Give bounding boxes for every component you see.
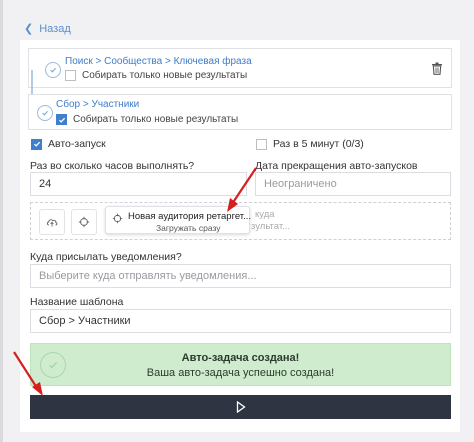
hours-input[interactable]: 24 [30, 172, 247, 196]
check-icon [33, 141, 40, 147]
step-card-members: Сбор > Участники Собирать только новые р… [28, 94, 452, 130]
template-name-input[interactable]: Сбор > Участники [30, 309, 451, 333]
back-label: Назад [39, 22, 71, 35]
cloud-upload-button[interactable] [39, 209, 65, 235]
crosshair-icon [78, 216, 90, 228]
alert-message: Ваша авто-задача успешно создана! [146, 367, 335, 379]
chevron-left-icon: ❮ [24, 23, 34, 35]
check-circle-icon [37, 105, 53, 121]
autorun-label: Авто-запуск [48, 138, 106, 150]
notify-label: Куда присылать уведомления? [30, 251, 182, 263]
step-path-link[interactable]: Сбор > Участники [56, 99, 139, 110]
only-new-label: Собирать только новые результаты [73, 114, 239, 125]
only-new-option[interactable]: Собирать только новые результаты [56, 114, 238, 125]
only-new-checkbox[interactable] [65, 70, 76, 81]
hidden-hint-text: зультат... [251, 221, 291, 232]
stop-date-label: Дата прекращения авто-запусков [255, 160, 418, 172]
every-5-min-checkbox[interactable] [256, 138, 267, 150]
popup-subtitle: Загружать сразу [156, 223, 221, 233]
back-link[interactable]: ❮ Назад [24, 22, 71, 36]
check-icon [58, 117, 65, 123]
stop-date-input[interactable]: Неограничено [255, 172, 451, 196]
autorun-checkbox[interactable] [31, 138, 42, 150]
left-edge [0, 0, 3, 442]
only-new-option[interactable]: Собирать только новые результаты [65, 70, 247, 81]
every-5-min-label: Раз в 5 минут (0/3) [273, 138, 364, 150]
play-icon [236, 401, 246, 413]
check-circle-icon [45, 62, 61, 78]
popup-title: Новая аудитория ретаргет... [128, 211, 252, 222]
only-new-checkbox[interactable] [56, 114, 67, 125]
retarget-audience-popup[interactable]: Новая аудитория ретаргет... Загружать ср… [105, 206, 252, 234]
only-new-label: Собирать только новые результаты [82, 70, 248, 81]
template-name-label: Название шаблона [30, 296, 124, 308]
crosshair-icon [112, 213, 123, 224]
step-path-link[interactable]: Поиск > Сообщества > Ключевая фраза [65, 56, 252, 67]
hidden-hint-text: куда [255, 209, 275, 220]
page: ❮ Назад Поиск > Сообщества > Ключевая фр… [0, 0, 474, 442]
notify-select[interactable]: Выберите куда отправлять уведомления... [30, 264, 451, 288]
every-5-min-option[interactable]: Раз в 5 минут (0/3) [256, 138, 364, 150]
cloud-upload-icon [46, 219, 58, 227]
autorun-option[interactable]: Авто-запуск [31, 138, 106, 150]
step-card-search: Поиск > Сообщества > Ключевая фраза Соби… [28, 48, 452, 88]
trash-icon[interactable] [431, 62, 443, 75]
run-button[interactable] [30, 395, 451, 419]
hours-label: Раз во сколько часов выполнять? [30, 160, 195, 172]
alert-title: Авто-задача создана! [181, 352, 300, 364]
target-button[interactable] [71, 209, 97, 235]
success-alert: Авто-задача создана! Ваша авто-задача ус… [30, 343, 451, 386]
